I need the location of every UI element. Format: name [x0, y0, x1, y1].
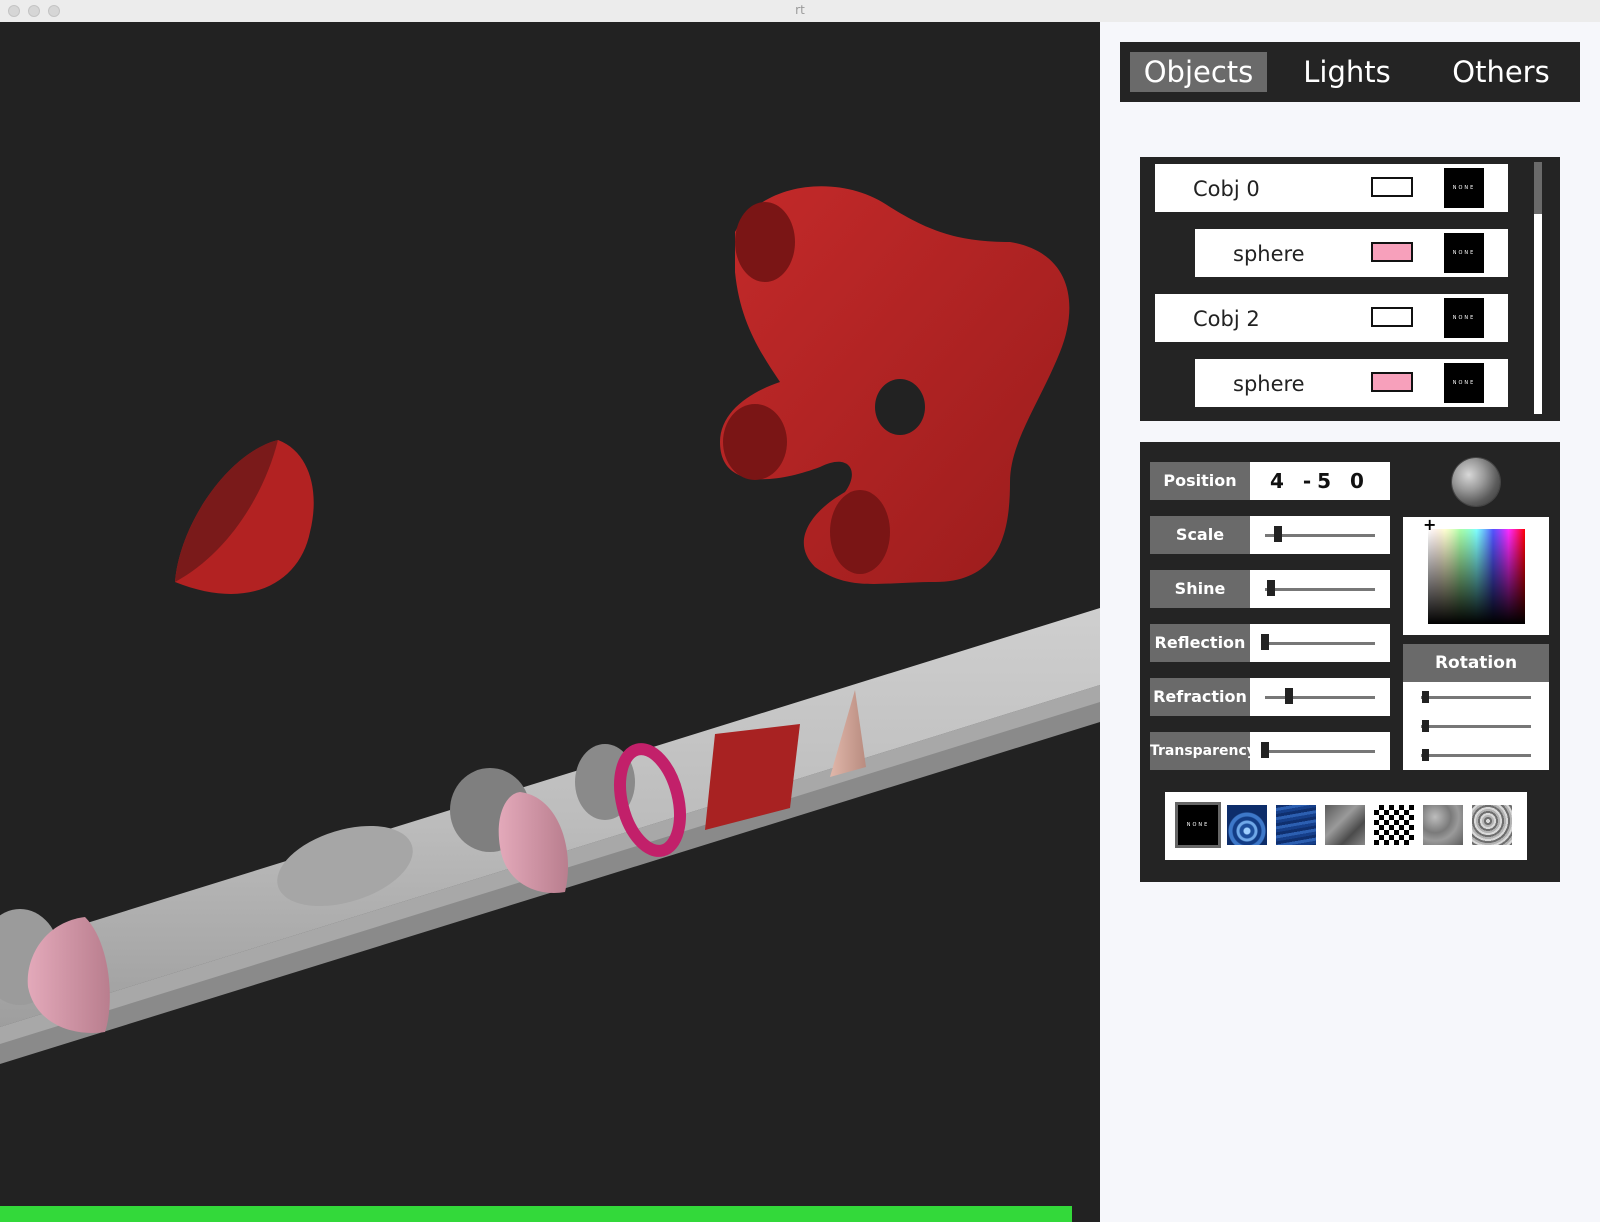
object-row-cobj2[interactable]: Cobj 2 NONE	[1155, 294, 1508, 342]
render-progress-bar	[0, 1206, 1100, 1222]
render-viewport[interactable]	[0, 22, 1100, 1222]
blob-tube-end	[723, 404, 787, 480]
tab-objects[interactable]: Objects	[1130, 52, 1267, 92]
object-row-sphere[interactable]: sphere NONE	[1195, 359, 1508, 407]
shine-label: Shine	[1150, 570, 1250, 608]
rotation-slider-x[interactable]	[1421, 696, 1531, 699]
object-list-scrollbar[interactable]	[1534, 162, 1542, 414]
scale-slider[interactable]	[1250, 516, 1390, 554]
refraction-label: Refraction	[1150, 678, 1250, 716]
reflection-slider[interactable]	[1250, 624, 1390, 662]
transparency-slider[interactable]	[1250, 732, 1390, 770]
object-texture-none[interactable]: NONE	[1444, 233, 1484, 273]
object-properties: Position 4 -5 0 Scale Shine Reflection Refr…	[1140, 442, 1560, 882]
position-label: Position	[1150, 462, 1250, 500]
tab-lights[interactable]: Lights	[1277, 52, 1417, 92]
object-texture-none[interactable]: NONE	[1444, 298, 1484, 338]
object-color-swatch[interactable]	[1371, 177, 1413, 197]
object-name: sphere	[1233, 242, 1305, 266]
object-texture-none[interactable]: NONE	[1444, 363, 1484, 403]
object-name: sphere	[1233, 372, 1305, 396]
object-color-swatch[interactable]	[1371, 242, 1413, 262]
slider-handle[interactable]	[1422, 749, 1429, 761]
slider-handle[interactable]	[1285, 688, 1294, 704]
object-color-swatch[interactable]	[1371, 307, 1413, 327]
reflection-label: Reflection	[1150, 624, 1250, 662]
blob-hole	[875, 379, 925, 435]
refraction-slider[interactable]	[1250, 678, 1390, 716]
slider-track[interactable]	[1265, 750, 1375, 753]
shine-slider[interactable]	[1250, 570, 1390, 608]
color-picker-crosshair-icon[interactable]: +	[1423, 515, 1436, 534]
rendered-scene	[0, 186, 1100, 1064]
slider-track[interactable]	[1265, 642, 1375, 645]
slider-handle[interactable]	[1261, 742, 1269, 758]
texture-water-ripple[interactable]	[1227, 805, 1267, 845]
slider-track[interactable]	[1265, 588, 1375, 591]
blob-tube-end	[735, 202, 795, 282]
tab-bar: Objects Lights Others	[1120, 42, 1580, 102]
rotation-label: Rotation	[1403, 644, 1549, 682]
object-row-sphere[interactable]: sphere NONE	[1195, 229, 1508, 277]
object-texture-none[interactable]: NONE	[1444, 168, 1484, 208]
slider-handle[interactable]	[1261, 634, 1269, 650]
texture-none[interactable]: NONE	[1175, 802, 1221, 848]
slider-handle[interactable]	[1422, 691, 1429, 703]
render-progress-fill	[0, 1206, 1072, 1222]
texture-blue-waves[interactable]	[1276, 805, 1316, 845]
color-gradient-field[interactable]	[1428, 529, 1525, 624]
texture-metal[interactable]	[1325, 805, 1365, 845]
scrollbar-thumb[interactable]	[1534, 162, 1542, 214]
slider-track[interactable]	[1265, 696, 1375, 699]
object-name: Cobj 0	[1193, 177, 1260, 201]
window-titlebar: rt	[0, 0, 1600, 23]
blob-tube-end	[830, 490, 890, 574]
texture-marble-noise[interactable]	[1472, 805, 1512, 845]
rotation-slider-z[interactable]	[1421, 754, 1531, 757]
control-panel: Objects Lights Others Cobj 0 NONE sphere…	[1100, 22, 1600, 1222]
object-name: Cobj 2	[1193, 307, 1260, 331]
transparency-label: Transparency	[1150, 732, 1256, 770]
window-title: rt	[795, 3, 805, 17]
rotation-sliders	[1403, 682, 1549, 770]
material-preview-sphere	[1452, 458, 1500, 506]
object-list: Cobj 0 NONE sphere NONE Cobj 2 NONE sphe…	[1140, 157, 1560, 421]
slider-handle[interactable]	[1422, 720, 1429, 732]
texture-picker: NONE	[1165, 792, 1527, 860]
slider-handle[interactable]	[1274, 526, 1283, 542]
position-value: 4 -5 0	[1270, 469, 1370, 493]
object-color-swatch[interactable]	[1371, 372, 1413, 392]
rotation-slider-y[interactable]	[1421, 725, 1531, 728]
texture-cloud-noise[interactable]	[1423, 805, 1463, 845]
slider-handle[interactable]	[1266, 580, 1275, 596]
texture-checkerboard[interactable]	[1374, 805, 1414, 845]
position-input[interactable]: 4 -5 0	[1250, 462, 1390, 500]
color-picker[interactable]: +	[1403, 515, 1549, 635]
object-row-cobj0[interactable]: Cobj 0 NONE	[1155, 164, 1508, 212]
tab-others[interactable]: Others	[1427, 52, 1575, 92]
scale-label: Scale	[1150, 516, 1250, 554]
